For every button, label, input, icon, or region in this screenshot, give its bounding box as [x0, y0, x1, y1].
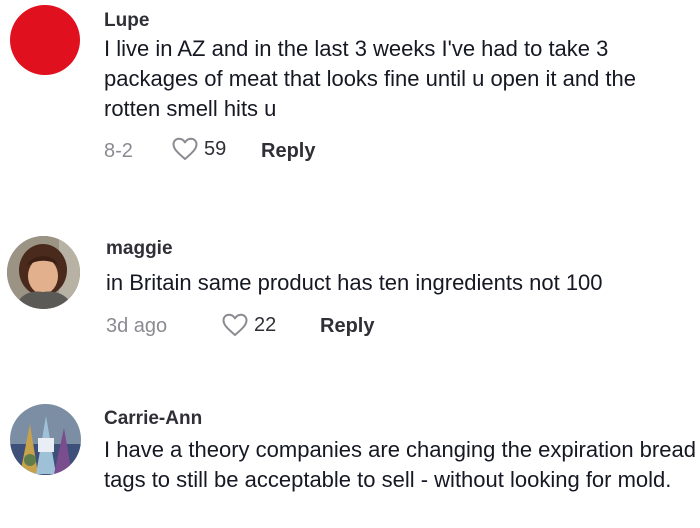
comment-item: maggie in Britain same product has ten i…	[0, 230, 700, 360]
heart-outline-icon	[222, 313, 248, 337]
reply-button[interactable]: Reply	[320, 315, 374, 338]
comment-username[interactable]: Lupe	[104, 10, 149, 32]
comment-text: in Britain same product has ten ingredie…	[106, 270, 603, 295]
avatar[interactable]	[10, 404, 81, 475]
comment-item: Lupe I live in AZ and in the last 3 week…	[0, 0, 700, 180]
avatar-photo	[7, 236, 80, 309]
heart-outline-icon	[172, 137, 198, 161]
avatar-photo	[10, 404, 81, 475]
comment-date: 3d ago	[106, 315, 168, 337]
reply-button[interactable]: Reply	[261, 140, 315, 163]
comment-username[interactable]: Carrie-Ann	[104, 408, 202, 430]
avatar[interactable]	[10, 5, 80, 75]
like-count: 59	[204, 137, 227, 160]
comment-username[interactable]: maggie	[106, 238, 173, 260]
like-count: 22	[254, 313, 277, 336]
comment-item: Carrie-Ann I have a theory companies are…	[0, 398, 700, 528]
comment-date: 8-2	[104, 140, 133, 162]
comment-text: I live in AZ and in the last 3 weeks I'v…	[104, 36, 637, 121]
comment-text: I have a theory companies are changing t…	[104, 437, 696, 492]
like-button[interactable]: 59	[172, 137, 226, 161]
like-button[interactable]: 22	[222, 313, 276, 337]
avatar[interactable]	[7, 236, 80, 309]
